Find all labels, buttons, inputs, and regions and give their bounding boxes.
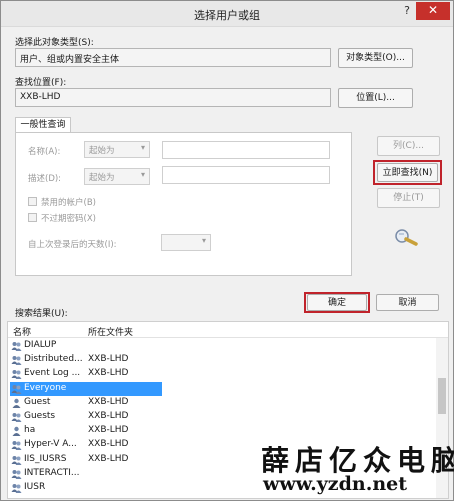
help-button[interactable]: ? [401, 4, 413, 22]
name-label: 名称(A): [28, 147, 61, 157]
non-expiring-password-label: 不过期密码(X) [41, 214, 96, 224]
chevron-down-icon: ▾ [140, 170, 145, 179]
window-title: 选择用户或组 [194, 9, 260, 22]
name-mode-select[interactable]: 起始为 ▾ [84, 141, 150, 158]
row-folder: XXB-LHD [88, 439, 129, 450]
search-flashlight-icon [395, 229, 418, 246]
group-icon [11, 455, 22, 465]
stop-button[interactable]: 停止(T) [377, 188, 440, 208]
days-since-logon-select[interactable]: ▾ [161, 234, 211, 251]
table-row[interactable]: Everyone [8, 381, 438, 396]
title-bar[interactable]: 选择用户或组 ? ✕ [1, 1, 453, 27]
location-label: 查找位置(F): [15, 78, 67, 88]
object-types-button[interactable]: 对象类型(O)... [338, 48, 413, 68]
dialog-window: 选择用户或组 ? ✕ 选择此对象类型(S): 用户、组或内置安全主体 对象类型(… [0, 0, 454, 501]
row-folder: XXB-LHD [88, 354, 129, 365]
row-folder: XXB-LHD [88, 396, 129, 407]
results-header: 名称 所在文件夹 [8, 322, 448, 338]
row-name: INTERACTI... [24, 467, 80, 478]
query-panel: 名称(A): 起始为 ▾ 描述(D): 起始为 ▾ 禁用的帐户(B) 不过期密码… [15, 132, 352, 276]
group-icon [11, 413, 22, 422]
cancel-button[interactable]: 取消 [376, 294, 439, 311]
find-now-button[interactable]: 立即查找(N) [377, 163, 438, 182]
row-name: ha [24, 425, 36, 436]
row-name: Everyone [24, 382, 67, 393]
search-results-label: 搜索结果(U): [15, 309, 68, 319]
table-row[interactable]: Guest XXB-LHD [8, 396, 438, 410]
location-field: XXB-LHD [15, 88, 331, 107]
group-icon [11, 370, 22, 380]
ok-button[interactable]: 确定 [307, 294, 367, 311]
group-icon [11, 469, 22, 479]
row-name: DIALUP [24, 340, 57, 350]
row-folder: XXB-LHD [88, 411, 129, 421]
user-icon [12, 426, 21, 437]
close-button[interactable]: ✕ [416, 2, 450, 20]
table-row[interactable]: DIALUP [8, 339, 438, 353]
table-row[interactable]: Distributed... XXB-LHD [8, 353, 438, 367]
column-header-folder[interactable]: 所在文件夹 [88, 325, 133, 338]
description-label: 描述(D): [28, 174, 62, 184]
table-row[interactable]: Guests XXB-LHD [8, 410, 438, 424]
column-header-name[interactable]: 名称 [13, 325, 31, 338]
columns-button[interactable]: 列(C)... [377, 136, 440, 156]
object-type-label: 选择此对象类型(S): [15, 38, 94, 48]
days-since-logon-label: 自上次登录后的天数(I): [28, 240, 117, 250]
table-row[interactable]: ha XXB-LHD [8, 424, 438, 438]
group-icon [11, 484, 22, 493]
group-icon [11, 441, 22, 451]
user-icon [12, 398, 21, 408]
non-expiring-password-checkbox[interactable] [28, 213, 37, 222]
table-row[interactable]: Event Log ... XXB-LHD [8, 367, 438, 381]
chevron-down-icon: ▾ [140, 143, 145, 152]
chevron-down-icon: ▾ [201, 236, 206, 245]
description-mode-value: 起始为 [89, 173, 115, 183]
name-mode-value: 起始为 [89, 146, 115, 156]
disabled-accounts-label: 禁用的帐户(B) [41, 198, 96, 208]
watermark-url: www.yzdn.net [263, 473, 407, 495]
description-input[interactable] [162, 166, 330, 184]
object-type-field: 用户、组或内置安全主体 [15, 48, 331, 67]
name-input[interactable] [162, 141, 330, 159]
row-name: Distributed... [24, 354, 83, 365]
row-name: IUSR [24, 482, 46, 492]
group-icon [11, 384, 22, 394]
row-name: IIS_IUSRS [24, 453, 67, 464]
tab-general-query[interactable]: 一般性查询 [15, 117, 71, 133]
scrollbar-thumb[interactable] [438, 378, 446, 414]
row-name: Guest [24, 396, 51, 407]
row-folder: XXB-LHD [88, 453, 129, 464]
row-name: Hyper-V A... [24, 439, 77, 450]
disabled-accounts-checkbox[interactable] [28, 197, 37, 206]
row-name: Event Log ... [24, 368, 81, 379]
locations-button[interactable]: 位置(L)... [338, 88, 413, 108]
group-icon [11, 356, 22, 366]
row-name: Guests [24, 411, 56, 421]
row-folder: XXB-LHD [88, 368, 129, 379]
description-mode-select[interactable]: 起始为 ▾ [84, 168, 150, 185]
group-icon [11, 342, 22, 351]
row-folder: XXB-LHD [88, 425, 129, 436]
